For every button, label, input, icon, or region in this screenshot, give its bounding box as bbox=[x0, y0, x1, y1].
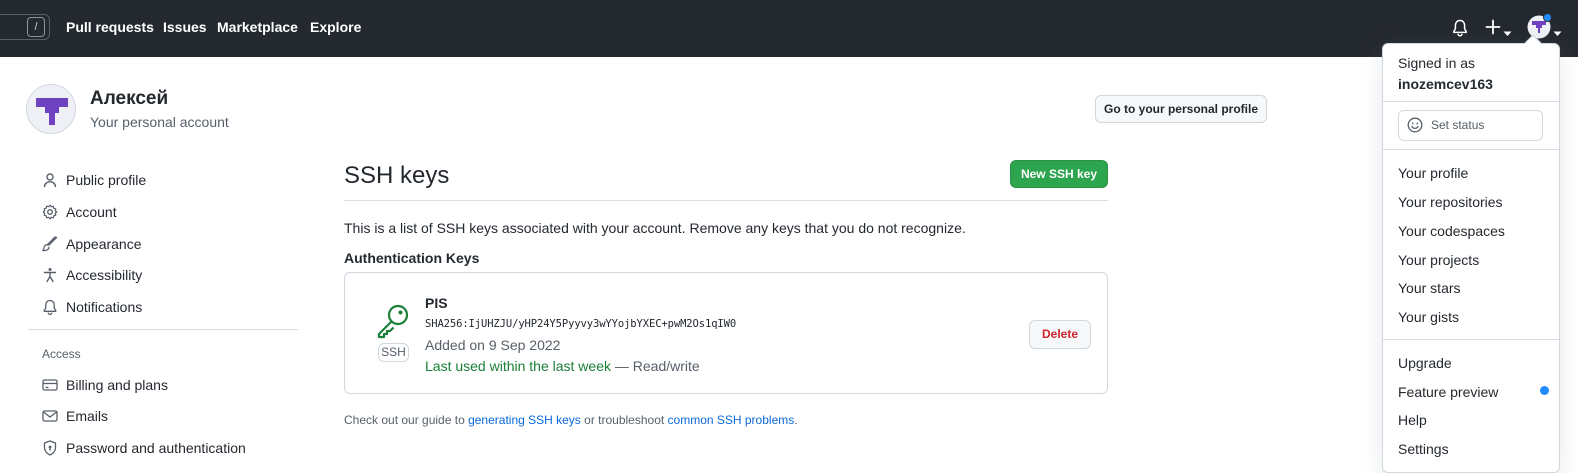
sidebar-item-label: Notifications bbox=[66, 299, 143, 315]
signed-in-username: inozemcev163 bbox=[1398, 76, 1493, 92]
sidebar-item-appearance[interactable]: Appearance bbox=[42, 232, 142, 256]
feature-preview-dot bbox=[1540, 386, 1549, 395]
shield-lock-icon bbox=[43, 440, 57, 456]
signed-in-as-label: Signed in as bbox=[1398, 55, 1476, 71]
footer-text: Check out our guide to bbox=[344, 413, 469, 427]
new-ssh-key-button[interactable]: New SSH key bbox=[1010, 160, 1108, 188]
plus-icon[interactable] bbox=[1485, 19, 1501, 40]
key-last-used: Last used within the last week — Read/wr… bbox=[425, 358, 700, 374]
sidebar-item-password-authentication[interactable]: Password and authentication bbox=[42, 436, 246, 460]
dropdown-divider bbox=[1383, 101, 1559, 102]
sidebar-item-label: Public profile bbox=[66, 172, 147, 188]
caret-down-icon[interactable] bbox=[1503, 24, 1512, 42]
key-title: PIS bbox=[425, 295, 448, 311]
title-divider bbox=[344, 200, 1108, 201]
dropdown-divider bbox=[1383, 339, 1559, 340]
nav-pull-requests[interactable]: Pull requests bbox=[66, 18, 154, 36]
search-shortcut-key: / bbox=[27, 17, 45, 37]
dropdown-divider bbox=[1383, 149, 1559, 150]
page-title: SSH keys bbox=[344, 162, 450, 189]
nav-issues[interactable]: Issues bbox=[163, 18, 207, 36]
sidebar-item-label: Password and authentication bbox=[66, 440, 246, 456]
nav-explore[interactable]: Explore bbox=[310, 18, 361, 36]
ssh-description: This is a list of SSH keys associated wi… bbox=[344, 220, 966, 236]
sidebar-item-emails[interactable]: Emails bbox=[42, 404, 108, 428]
person-icon bbox=[43, 173, 57, 188]
sidebar-item-notifications[interactable]: Notifications bbox=[42, 295, 142, 319]
sidebar-item-label: Accessibility bbox=[66, 267, 143, 283]
mail-icon bbox=[42, 410, 58, 422]
menu-your-gists[interactable]: Your gists bbox=[1398, 309, 1459, 325]
key-fingerprint: SHA256:IjUHZJU/yHP24Y5Pyyvy3wYYojbYXEC+p… bbox=[425, 318, 737, 330]
avatar-status-dot bbox=[1543, 13, 1552, 22]
accessibility-icon bbox=[43, 268, 57, 283]
set-status-label: Set status bbox=[1431, 118, 1485, 132]
key-last-used-text: Last used within the last week bbox=[425, 358, 611, 374]
menu-help[interactable]: Help bbox=[1398, 412, 1427, 428]
sidebar-item-label: Emails bbox=[66, 408, 109, 424]
menu-your-profile[interactable]: Your profile bbox=[1398, 165, 1468, 181]
footer-text: . bbox=[794, 413, 798, 427]
sidebar-divider bbox=[28, 329, 298, 330]
sidebar-item-label: Billing and plans bbox=[66, 377, 168, 393]
sidebar-item-billing[interactable]: Billing and plans bbox=[42, 373, 168, 397]
account-avatar[interactable] bbox=[26, 84, 76, 134]
bell-icon bbox=[43, 299, 57, 315]
smiley-icon bbox=[1407, 117, 1423, 138]
bell-icon[interactable] bbox=[1452, 19, 1468, 42]
menu-your-stars[interactable]: Your stars bbox=[1398, 280, 1461, 296]
ssh-badge: SSH bbox=[378, 343, 409, 362]
menu-your-projects[interactable]: Your projects bbox=[1398, 252, 1479, 268]
nav-marketplace[interactable]: Marketplace bbox=[217, 18, 298, 36]
paintbrush-icon bbox=[42, 236, 58, 252]
menu-your-repositories[interactable]: Your repositories bbox=[1398, 194, 1503, 210]
credit-card-icon bbox=[42, 379, 58, 391]
go-to-profile-button[interactable]: Go to your personal profile bbox=[1095, 95, 1267, 123]
ssh-guide-footer: Check out our guide to generating SSH ke… bbox=[344, 413, 798, 427]
key-added-date: Added on 9 Sep 2022 bbox=[425, 337, 561, 353]
account-subtitle: Your personal account bbox=[90, 114, 229, 130]
menu-your-codespaces[interactable]: Your codespaces bbox=[1398, 223, 1505, 239]
sidebar-item-label: Account bbox=[66, 204, 117, 220]
delete-key-button[interactable]: Delete bbox=[1029, 320, 1091, 349]
authentication-keys-heading: Authentication Keys bbox=[344, 250, 480, 266]
menu-feature-preview[interactable]: Feature preview bbox=[1398, 384, 1498, 400]
menu-settings[interactable]: Settings bbox=[1398, 441, 1449, 457]
sidebar-heading-access: Access bbox=[42, 347, 81, 361]
caret-down-icon[interactable] bbox=[1553, 24, 1562, 42]
account-name: Алексей bbox=[90, 88, 169, 109]
footer-text: or troubleshoot bbox=[580, 413, 668, 427]
common-ssh-problems-link[interactable]: common SSH problems bbox=[668, 413, 795, 427]
key-access-level: — Read/write bbox=[611, 358, 700, 374]
sidebar-item-account[interactable]: Account bbox=[42, 200, 117, 224]
gear-icon bbox=[42, 204, 58, 220]
sidebar-item-accessibility[interactable]: Accessibility bbox=[42, 263, 142, 287]
generating-ssh-keys-link[interactable]: generating SSH keys bbox=[468, 413, 581, 427]
sidebar-item-public-profile[interactable]: Public profile bbox=[42, 168, 146, 192]
sidebar-item-label: Appearance bbox=[66, 236, 142, 252]
menu-upgrade[interactable]: Upgrade bbox=[1398, 355, 1452, 371]
top-header: / Pull requests Issues Marketplace Explo… bbox=[0, 0, 1578, 57]
key-icon bbox=[376, 303, 410, 344]
ssh-key-item bbox=[344, 272, 1108, 394]
